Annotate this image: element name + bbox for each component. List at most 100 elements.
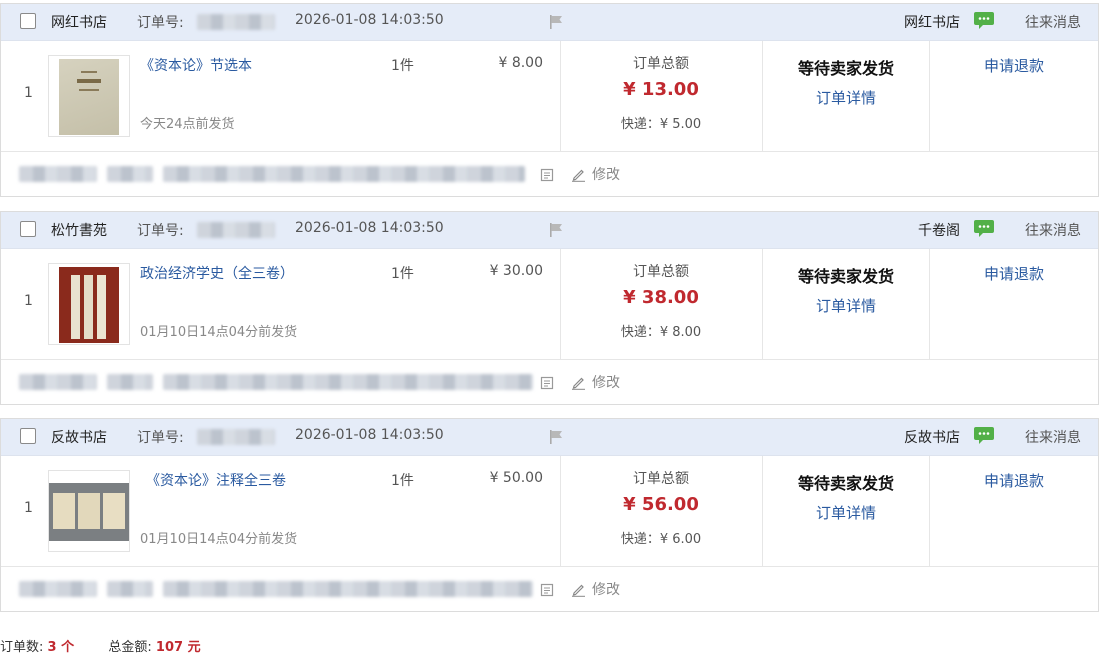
- order-header: 松竹書苑 订单号: 2026-01-08 14:03:50 千卷阁 往来消息: [1, 212, 1098, 249]
- order-time: 2026-01-08 14:03:50: [295, 12, 444, 28]
- quantity: 1件: [391, 58, 414, 74]
- shipping-fee: 快递：¥ 6.00: [620, 532, 702, 547]
- order-summary: 订单数: 3 个 总金额: 107 元: [0, 636, 201, 655]
- ship-deadline: 今天24点前发货: [140, 117, 235, 132]
- total-amount-value: 107 元: [155, 640, 201, 655]
- shop-name[interactable]: 网红书店: [51, 12, 107, 32]
- order-body: 1 政治经济学史（全三卷） 01月10日14点04分前发货 1件 ¥ 30.00…: [1, 249, 1098, 360]
- order-card: 反故书店 订单号: 2026-01-08 14:03:50 反故书店 往来消息 …: [0, 418, 1099, 612]
- address-redacted: [163, 374, 533, 390]
- quantity: 1件: [391, 266, 414, 282]
- order-detail-link[interactable]: 订单详情: [763, 87, 929, 108]
- address-redacted: [19, 374, 97, 390]
- shop-name[interactable]: 反故书店: [51, 427, 107, 447]
- flag-icon[interactable]: [548, 14, 564, 30]
- order-number-redacted: [197, 429, 275, 445]
- product-title[interactable]: 政治经济学史（全三卷）: [140, 263, 294, 283]
- book-cover-image: [59, 267, 119, 343]
- messages-link[interactable]: 往来消息: [1025, 12, 1081, 32]
- ship-deadline: 01月10日14点04分前发货: [140, 325, 298, 340]
- order-number-label: 订单号:: [137, 15, 184, 31]
- item-index: 1: [24, 500, 33, 516]
- order-time: 2026-01-08 14:03:50: [295, 220, 444, 236]
- chat-icon[interactable]: [974, 220, 994, 237]
- order-checkbox[interactable]: [20, 221, 36, 237]
- note-icon[interactable]: [540, 583, 554, 597]
- order-status: 等待卖家发货: [797, 59, 894, 78]
- note-icon[interactable]: [540, 376, 554, 390]
- total-amount-label: 总金额:: [108, 640, 152, 655]
- address-redacted: [19, 581, 97, 597]
- order-total: ¥ 56.00: [623, 494, 699, 515]
- book-cover-image: [49, 483, 129, 541]
- seller-name[interactable]: 网红书店: [904, 12, 960, 32]
- unit-price: ¥ 8.00: [498, 55, 543, 71]
- address-redacted: [19, 166, 97, 182]
- address-redacted: [163, 166, 525, 182]
- order-time: 2026-01-08 14:03:50: [295, 427, 444, 443]
- edit-icon[interactable]: [571, 375, 586, 390]
- order-body: 1 《资本论》节选本 今天24点前发货 1件 ¥ 8.00 订单总额 ¥ 13.…: [1, 41, 1098, 152]
- product-thumbnail[interactable]: [48, 470, 130, 552]
- refund-link[interactable]: 申请退款: [930, 263, 1098, 284]
- total-label: 订单总额: [633, 471, 689, 487]
- order-status: 等待卖家发货: [797, 267, 894, 286]
- product-thumbnail[interactable]: [48, 263, 130, 345]
- address-redacted: [163, 581, 533, 597]
- order-header: 网红书店 订单号: 2026-01-08 14:03:50 网红书店 往来消息: [1, 4, 1098, 41]
- edit-icon[interactable]: [571, 582, 586, 597]
- edit-link[interactable]: 修改: [592, 372, 620, 392]
- order-total: ¥ 13.00: [623, 79, 699, 100]
- shipping-fee: 快递：¥ 5.00: [620, 117, 702, 132]
- flag-icon[interactable]: [548, 222, 564, 238]
- order-checkbox[interactable]: [20, 13, 36, 29]
- order-footer: 修改: [1, 152, 1098, 196]
- flag-icon[interactable]: [548, 429, 564, 445]
- order-detail-link[interactable]: 订单详情: [763, 502, 929, 523]
- note-icon[interactable]: [540, 168, 554, 182]
- order-card: 松竹書苑 订单号: 2026-01-08 14:03:50 千卷阁 往来消息 1…: [0, 211, 1099, 405]
- order-count-value: 3 个: [47, 640, 75, 655]
- total-label: 订单总额: [633, 264, 689, 280]
- seller-name[interactable]: 千卷阁: [918, 220, 960, 240]
- order-number-redacted: [197, 14, 275, 30]
- unit-price: ¥ 50.00: [489, 470, 543, 486]
- messages-link[interactable]: 往来消息: [1025, 220, 1081, 240]
- product-title[interactable]: 《资本论》注释全三卷: [146, 470, 286, 490]
- chat-icon[interactable]: [974, 427, 994, 444]
- shop-name[interactable]: 松竹書苑: [51, 220, 107, 240]
- ship-deadline: 01月10日14点04分前发货: [140, 532, 298, 547]
- refund-link[interactable]: 申请退款: [930, 470, 1098, 491]
- product-thumbnail[interactable]: [48, 55, 130, 137]
- item-index: 1: [24, 85, 33, 101]
- product-title[interactable]: 《资本论》节选本: [140, 55, 252, 75]
- edit-link[interactable]: 修改: [592, 579, 620, 599]
- order-number-redacted: [197, 222, 275, 238]
- shipping-fee: 快递：¥ 8.00: [620, 325, 702, 340]
- order-card: 网红书店 订单号: 2026-01-08 14:03:50 网红书店 往来消息 …: [0, 3, 1099, 197]
- refund-link[interactable]: 申请退款: [930, 55, 1098, 76]
- order-detail-link[interactable]: 订单详情: [763, 295, 929, 316]
- order-header: 反故书店 订单号: 2026-01-08 14:03:50 反故书店 往来消息: [1, 419, 1098, 456]
- address-redacted: [107, 581, 153, 597]
- chat-icon[interactable]: [974, 12, 994, 29]
- quantity: 1件: [391, 473, 414, 489]
- edit-link[interactable]: 修改: [592, 164, 620, 184]
- order-status: 等待卖家发货: [797, 474, 894, 493]
- order-number-label: 订单号:: [137, 223, 184, 239]
- item-index: 1: [24, 293, 33, 309]
- order-number-label: 订单号:: [137, 430, 184, 446]
- total-label: 订单总额: [633, 56, 689, 72]
- messages-link[interactable]: 往来消息: [1025, 427, 1081, 447]
- order-body: 1 《资本论》注释全三卷 01月10日14点04分前发货 1件 ¥ 50.00 …: [1, 456, 1098, 567]
- seller-name[interactable]: 反故书店: [904, 427, 960, 447]
- book-cover-image: [59, 59, 119, 135]
- order-footer: 修改: [1, 360, 1098, 404]
- order-count-label: 订单数:: [0, 640, 44, 655]
- edit-icon[interactable]: [571, 167, 586, 182]
- unit-price: ¥ 30.00: [489, 263, 543, 279]
- order-checkbox[interactable]: [20, 428, 36, 444]
- order-total: ¥ 38.00: [623, 287, 699, 308]
- address-redacted: [107, 374, 153, 390]
- address-redacted: [107, 166, 153, 182]
